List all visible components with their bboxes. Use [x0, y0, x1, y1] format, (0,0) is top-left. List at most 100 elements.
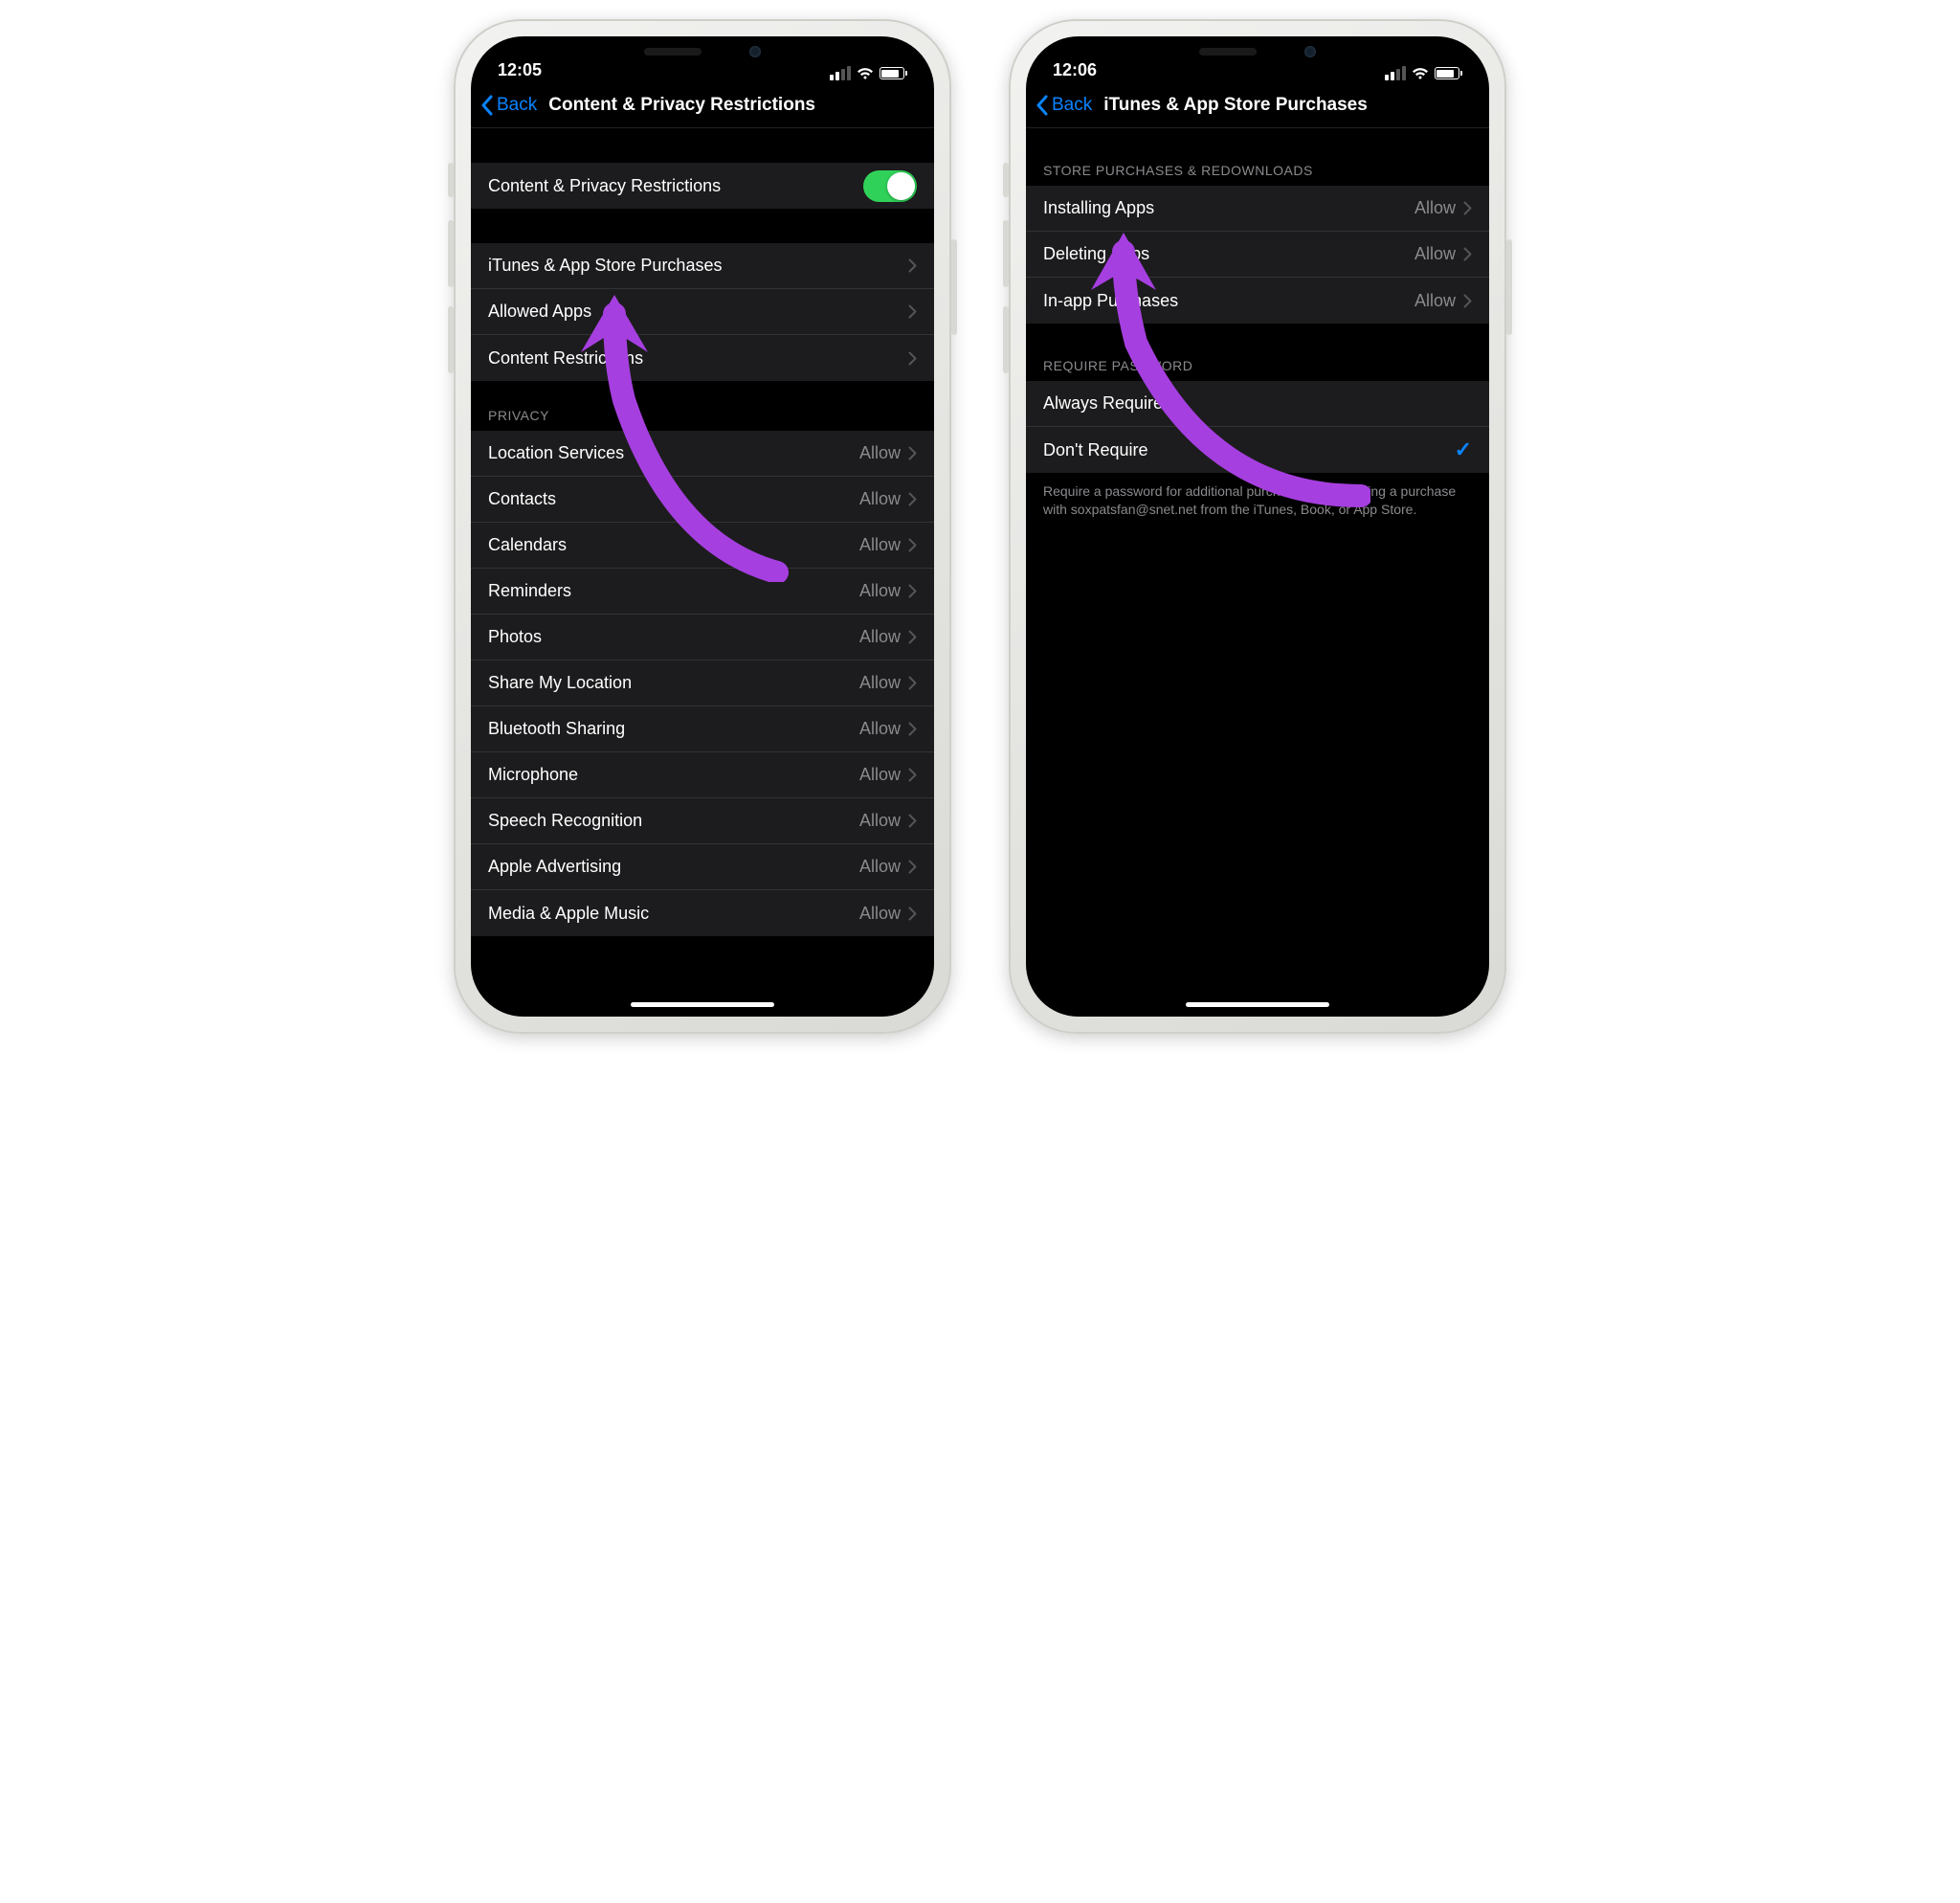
status-time: 12:06 — [1053, 60, 1097, 80]
checkmark-icon: ✓ — [1455, 437, 1472, 462]
notch — [592, 36, 813, 67]
chevron-right-icon — [908, 722, 917, 736]
back-label: Back — [497, 95, 537, 116]
row-value: Allow — [1414, 291, 1456, 311]
store-group: Installing AppsAllowDeleting AppsAllowIn… — [1026, 186, 1489, 324]
page-title: iTunes & App Store Purchases — [1092, 95, 1480, 116]
wifi-icon — [1412, 67, 1429, 79]
back-label: Back — [1052, 95, 1092, 116]
settings-row[interactable]: Apple AdvertisingAllow — [471, 844, 934, 890]
settings-row[interactable]: ContactsAllow — [471, 477, 934, 523]
chevron-right-icon — [908, 492, 917, 506]
back-button[interactable]: Back — [480, 95, 537, 116]
settings-row[interactable]: MicrophoneAllow — [471, 752, 934, 798]
chevron-right-icon — [908, 860, 917, 874]
settings-content[interactable]: STORE PURCHASES & REDOWNLOADS Installing… — [1026, 128, 1489, 1017]
settings-row[interactable]: Installing AppsAllow — [1026, 186, 1489, 232]
home-indicator[interactable] — [631, 1002, 774, 1007]
row-label: iTunes & App Store Purchases — [488, 256, 908, 276]
row-value: Allow — [859, 811, 901, 831]
chevron-right-icon — [908, 304, 917, 319]
toggle-switch[interactable] — [863, 170, 917, 202]
row-value: Allow — [859, 581, 901, 601]
row-label: Contacts — [488, 489, 859, 509]
chevron-right-icon — [908, 584, 917, 598]
row-value: Allow — [1414, 198, 1456, 218]
settings-row[interactable]: Speech RecognitionAllow — [471, 798, 934, 844]
home-indicator[interactable] — [1186, 1002, 1329, 1007]
settings-row[interactable]: Location ServicesAllow — [471, 431, 934, 477]
side-button — [1506, 239, 1512, 335]
chevron-right-icon — [1463, 247, 1472, 261]
row-label: In-app Purchases — [1043, 291, 1414, 311]
row-label: Calendars — [488, 535, 859, 555]
row-value: Allow — [859, 627, 901, 647]
settings-row[interactable]: PhotosAllow — [471, 615, 934, 660]
chevron-right-icon — [908, 907, 917, 921]
row-value: Allow — [859, 857, 901, 877]
row-value: Allow — [859, 673, 901, 693]
chevron-right-icon — [908, 814, 917, 828]
row-value: Allow — [859, 765, 901, 785]
screen-right: 12:06 Back iTunes & App Store Purchases … — [1026, 36, 1489, 1017]
battery-icon — [1435, 67, 1463, 79]
page-title: Content & Privacy Restrictions — [537, 95, 924, 116]
row-label: Reminders — [488, 581, 859, 601]
settings-row[interactable]: Bluetooth SharingAllow — [471, 706, 934, 752]
settings-row[interactable]: In-app PurchasesAllow — [1026, 278, 1489, 324]
chevron-right-icon — [908, 538, 917, 552]
row-label: Photos — [488, 627, 859, 647]
content-privacy-toggle-row[interactable]: Content & Privacy Restrictions — [471, 163, 934, 209]
chevron-right-icon — [908, 768, 917, 782]
row-label: Location Services — [488, 443, 859, 463]
row-label: Installing Apps — [1043, 198, 1414, 218]
settings-row[interactable]: Content Restrictions — [471, 335, 934, 381]
settings-content[interactable]: Content & Privacy Restrictions iTunes & … — [471, 128, 934, 1017]
settings-row[interactable]: Allowed Apps — [471, 289, 934, 335]
phone-left: 12:05 Back Content & Privacy Restriction… — [454, 19, 951, 1034]
settings-row[interactable]: iTunes & App Store Purchases — [471, 243, 934, 289]
chevron-right-icon — [908, 351, 917, 366]
settings-row[interactable]: Don't Require✓ — [1026, 427, 1489, 473]
status-time: 12:05 — [498, 60, 542, 80]
password-group: Always RequireDon't Require✓ — [1026, 381, 1489, 473]
row-label: Allowed Apps — [488, 302, 908, 322]
chevron-left-icon — [480, 95, 493, 116]
row-label: Deleting Apps — [1043, 244, 1414, 264]
volume-up-button — [1003, 220, 1009, 287]
cellular-icon — [1385, 66, 1406, 80]
screen-left: 12:05 Back Content & Privacy Restriction… — [471, 36, 934, 1017]
back-button[interactable]: Back — [1036, 95, 1092, 116]
settings-row[interactable]: Deleting AppsAllow — [1026, 232, 1489, 278]
row-value: Allow — [859, 904, 901, 924]
restrictions-group: iTunes & App Store Purchases Allowed Apps… — [471, 243, 934, 381]
privacy-group: Location ServicesAllowContactsAllowCalen… — [471, 431, 934, 936]
navigation-bar: Back iTunes & App Store Purchases — [1026, 82, 1489, 128]
phone-right: 12:06 Back iTunes & App Store Purchases … — [1009, 19, 1506, 1034]
chevron-right-icon — [908, 676, 917, 690]
chevron-right-icon — [908, 446, 917, 460]
side-button — [951, 239, 957, 335]
chevron-right-icon — [908, 630, 917, 644]
settings-row[interactable]: CalendarsAllow — [471, 523, 934, 569]
toggle-label: Content & Privacy Restrictions — [488, 176, 863, 196]
chevron-right-icon — [1463, 294, 1472, 308]
cellular-icon — [830, 66, 851, 80]
toggle-group: Content & Privacy Restrictions — [471, 163, 934, 209]
settings-row[interactable]: Always Require — [1026, 381, 1489, 427]
mute-switch — [448, 163, 454, 197]
volume-up-button — [448, 220, 454, 287]
chevron-right-icon — [908, 258, 917, 273]
row-label: Speech Recognition — [488, 811, 859, 831]
notch — [1147, 36, 1368, 67]
mute-switch — [1003, 163, 1009, 197]
volume-down-button — [1003, 306, 1009, 373]
row-label: Content Restrictions — [488, 348, 908, 369]
settings-row[interactable]: Share My LocationAllow — [471, 660, 934, 706]
settings-row[interactable]: RemindersAllow — [471, 569, 934, 615]
battery-icon — [880, 67, 908, 79]
volume-down-button — [448, 306, 454, 373]
settings-row[interactable]: Media & Apple MusicAllow — [471, 890, 934, 936]
store-header: STORE PURCHASES & REDOWNLOADS — [1026, 163, 1489, 186]
privacy-header: PRIVACY — [471, 408, 934, 431]
